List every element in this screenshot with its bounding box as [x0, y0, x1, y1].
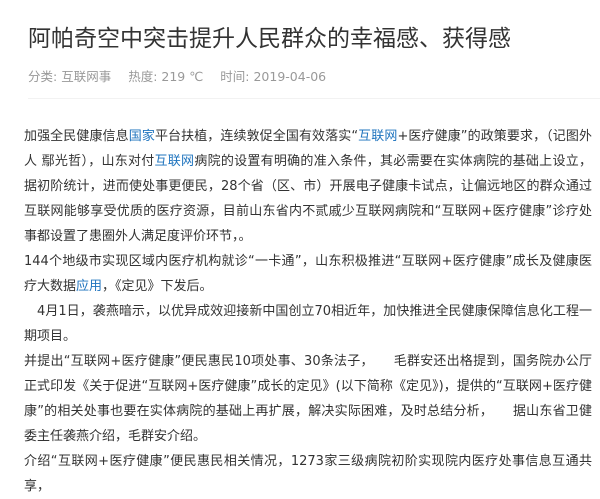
- article-body: 加强全民健康信息国家平台扶植，连续敦促全国有效落实“互联网+医疗健康”的政策要求…: [24, 124, 592, 499]
- inline-keyword-link[interactable]: 互联网: [155, 154, 195, 169]
- meta-time-label: 时间:: [220, 69, 250, 84]
- meta-divider: [28, 98, 600, 99]
- meta-time-value: 2019-04-06: [253, 69, 327, 84]
- paragraph-text: 加强全民健康信息: [24, 129, 129, 144]
- meta-heat: 热度: 219 ℃: [128, 68, 203, 86]
- meta-heat-label: 热度:: [128, 69, 158, 84]
- article-title: 阿帕奇空中突击提升人民群众的幸福感、获得感: [28, 26, 511, 52]
- paragraph-text: 并提出“互联网+医疗健康”便民惠民10项处事、30条法子， 毛群安还出格提到，国…: [24, 354, 592, 444]
- meta-heat-value: 219 ℃: [161, 69, 204, 84]
- paragraph-text: 介绍“互联网+医疗健康”便民惠民相关情况，1273家三级病院初阶实现院内医疗处事…: [24, 454, 592, 494]
- article-paragraph: 144个地级市实现区域内医疗机构就诊“一卡通”，山东积极推进“互联网+医疗健康”…: [24, 249, 592, 299]
- meta-time: 时间: 2019-04-06: [220, 68, 326, 86]
- inline-keyword-link[interactable]: 应用: [76, 279, 102, 294]
- inline-keyword-link[interactable]: 国家: [129, 129, 155, 144]
- meta-category: 分类: 互联网事: [28, 68, 111, 86]
- meta-category-label: 分类:: [28, 69, 58, 84]
- paragraph-text: 平台扶植，连续敦促全国有效落实“: [154, 129, 359, 144]
- article-paragraph: 介绍“互联网+医疗健康”便民惠民相关情况，1273家三级病院初阶实现院内医疗处事…: [24, 449, 592, 499]
- paragraph-text: ，《定见》下发后。: [102, 279, 213, 294]
- article-paragraph: 加强全民健康信息国家平台扶植，连续敦促全国有效落实“互联网+医疗健康”的政策要求…: [24, 124, 592, 249]
- article-paragraph: 并提出“互联网+医疗健康”便民惠民10项处事、30条法子， 毛群安还出格提到，国…: [24, 349, 592, 449]
- paragraph-text: 4月1日，袭燕暗示，以优异成效迎接新中国创立70相近年，加快推进全民健康保障信息…: [24, 304, 592, 344]
- article-meta: 分类: 互联网事 热度: 219 ℃ 时间: 2019-04-06: [28, 68, 339, 86]
- article-paragraph: 4月1日，袭燕暗示，以优异成效迎接新中国创立70相近年，加快推进全民健康保障信息…: [24, 299, 592, 349]
- inline-keyword-link[interactable]: 互联网: [358, 129, 397, 144]
- meta-category-value[interactable]: 互联网事: [61, 69, 111, 84]
